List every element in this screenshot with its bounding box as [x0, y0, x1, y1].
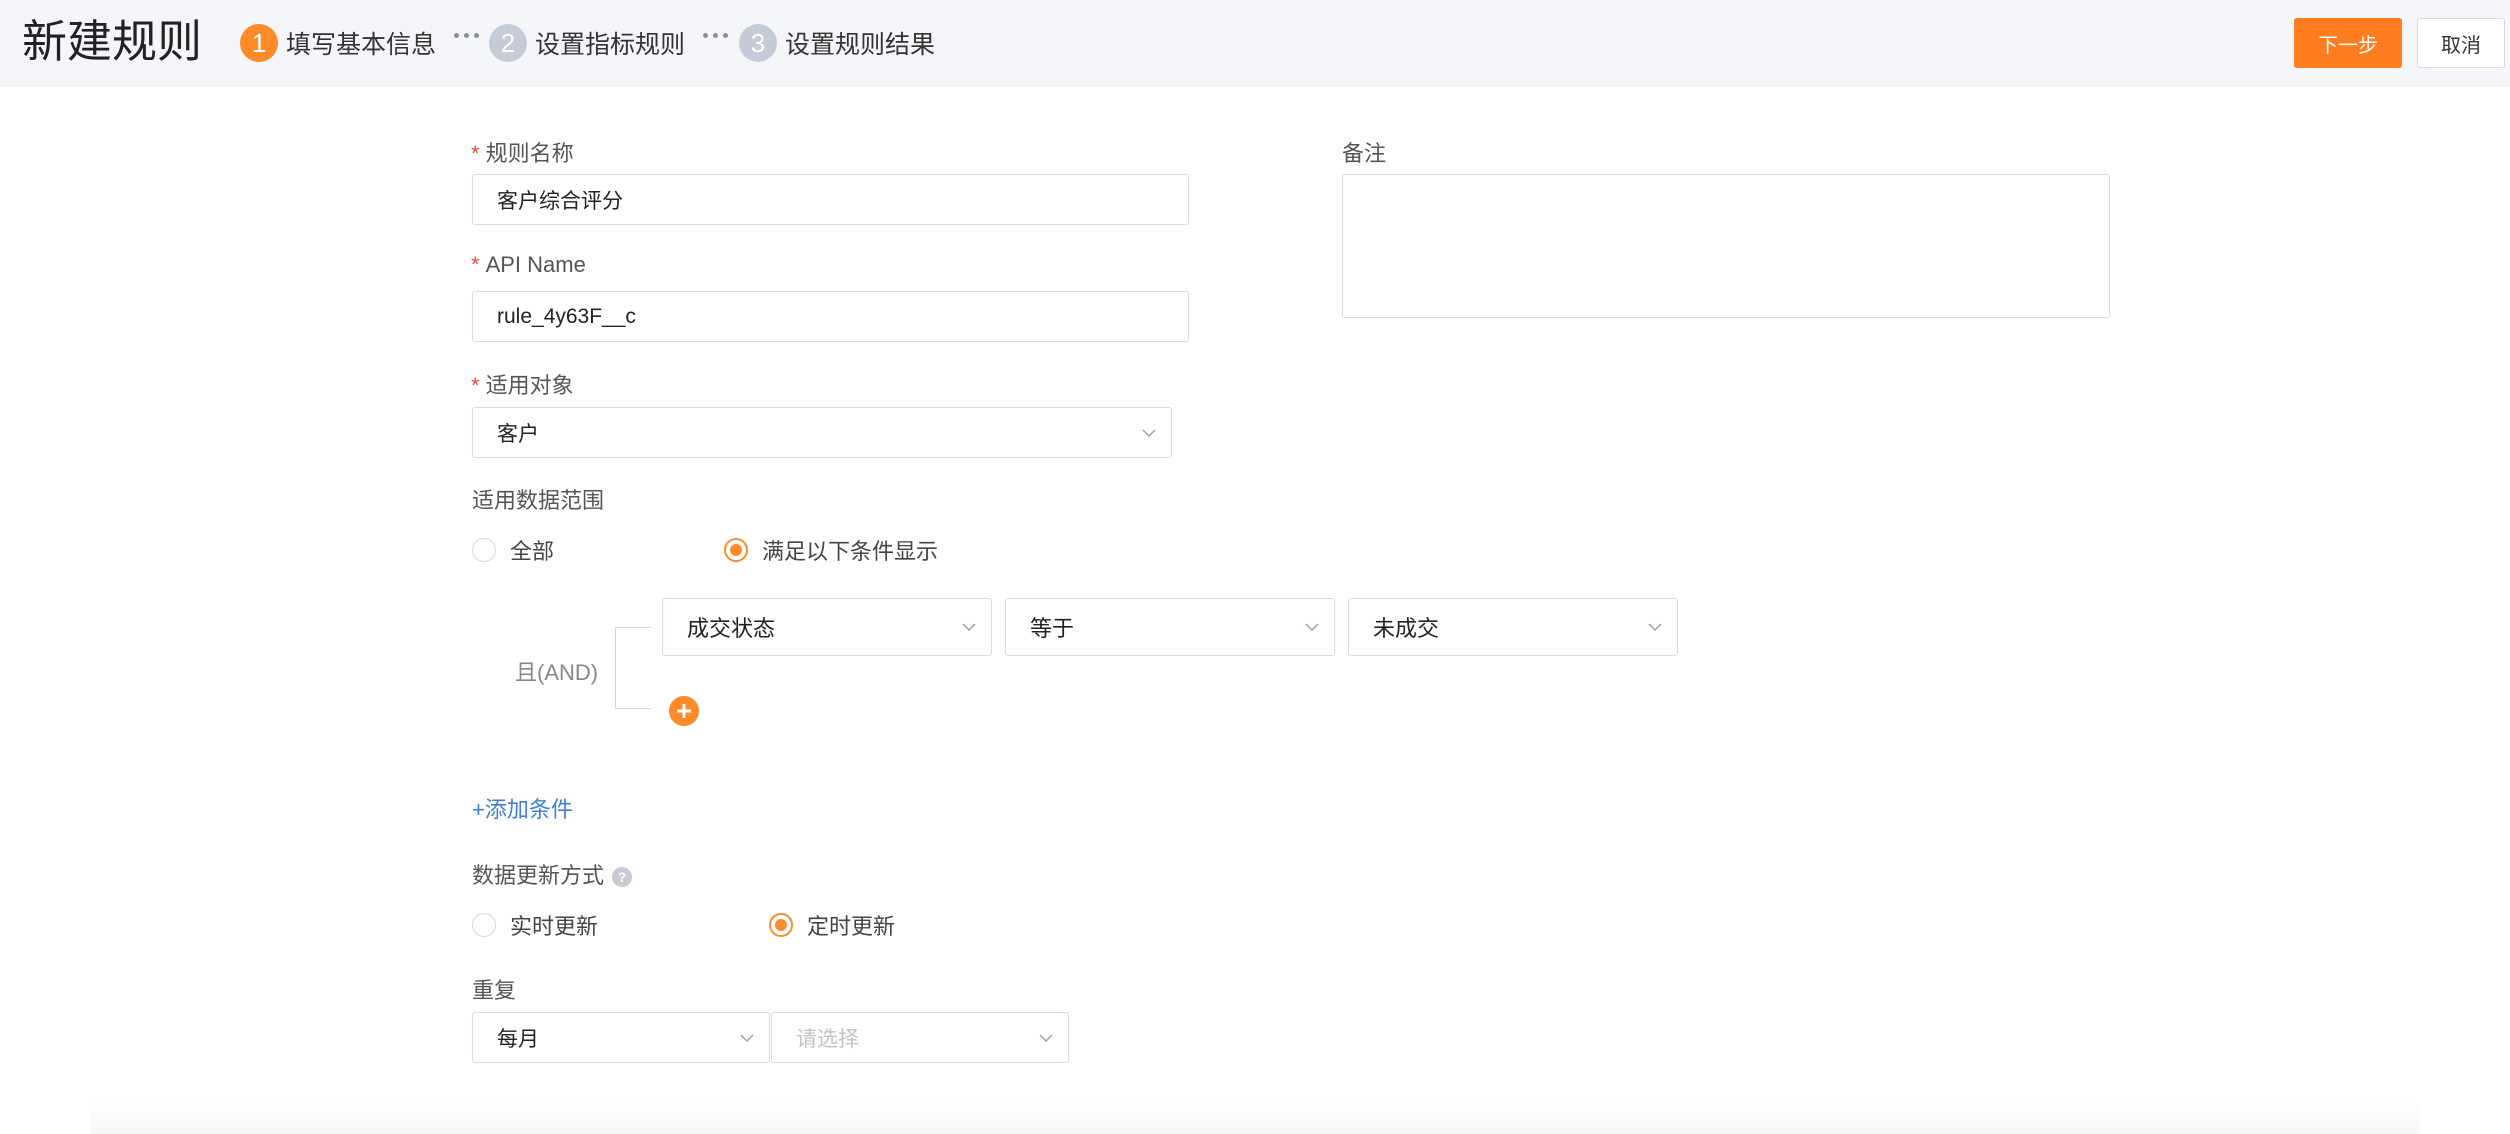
logic-and-label: 且(AND) [515, 660, 599, 685]
scheduled-update-radio[interactable]: 定时更新 [769, 909, 895, 941]
next-step-button[interactable]: 下一步 [2294, 18, 2402, 68]
target-object-label: * 适用对象 [471, 373, 574, 398]
chevron-down-icon [1142, 428, 1156, 437]
scope-conditional-radio[interactable]: 满足以下条件显示 [724, 534, 938, 566]
help-icon[interactable]: ? [612, 867, 633, 887]
chevron-down-icon [740, 1033, 754, 1042]
condition-value-value: 未成交 [1373, 616, 1440, 641]
repeat-frequency-select[interactable]: 每月 [472, 1012, 770, 1063]
add-sub-condition-button[interactable] [669, 696, 699, 726]
condition-field-value: 成交状态 [687, 616, 776, 641]
add-condition-link[interactable]: +添加条件 [472, 792, 573, 824]
data-scope-label: 适用数据范围 [472, 488, 605, 513]
step-3[interactable]: 3 设置规则结果 [739, 23, 935, 63]
step-separator-icon [454, 33, 479, 38]
condition-operator-value: 等于 [1030, 616, 1075, 641]
repeat-frequency-value: 每月 [497, 1027, 539, 1051]
api-name-label: * API Name [471, 252, 586, 277]
radio-label: 满足以下条件显示 [762, 539, 939, 564]
condition-field-select[interactable]: 成交状态 [662, 598, 992, 656]
page-title: 新建规则 [22, 15, 203, 68]
step-2[interactable]: 2 设置指标规则 [489, 23, 685, 63]
update-mode-label: 数据更新方式? [472, 858, 633, 890]
target-object-select[interactable]: 客户 [472, 407, 1172, 458]
step-number: 3 [739, 24, 777, 62]
radio-checked-icon [724, 538, 748, 562]
chevron-down-icon [962, 623, 976, 632]
radio-icon [472, 913, 496, 937]
radio-label: 全部 [510, 539, 555, 564]
scope-all-radio[interactable]: 全部 [472, 534, 554, 566]
remark-label: 备注 [1342, 141, 1387, 166]
step-1[interactable]: 1 填写基本信息 [240, 23, 436, 63]
plus-icon [677, 704, 691, 718]
repeat-label: 重复 [472, 978, 517, 1003]
logic-bracket [615, 627, 651, 709]
step-label: 设置指标规则 [535, 31, 686, 59]
radio-checked-icon [769, 913, 793, 937]
api-name-input[interactable]: rule_4y63F__c [472, 291, 1189, 342]
rule-name-label: * 规则名称 [471, 141, 574, 166]
target-object-value: 客户 [497, 422, 539, 446]
realtime-update-radio[interactable]: 实时更新 [472, 909, 598, 941]
step-label: 设置规则结果 [785, 31, 936, 59]
step-number: 1 [240, 24, 278, 62]
footer-shadow [90, 1100, 2420, 1134]
chevron-down-icon [1648, 623, 1662, 632]
repeat-detail-placeholder: 请选择 [796, 1027, 859, 1051]
rule-name-input[interactable]: 客户综合评分 [472, 174, 1189, 225]
step-separator-icon [703, 33, 728, 38]
top-bar: 新建规则 1 填写基本信息 2 设置指标规则 3 设置规则结果 下一步 取消 [0, 0, 2510, 87]
cancel-button[interactable]: 取消 [2417, 18, 2505, 68]
radio-icon [472, 538, 496, 562]
chevron-down-icon [1305, 623, 1319, 632]
radio-label: 定时更新 [807, 914, 896, 939]
radio-label: 实时更新 [510, 914, 599, 939]
condition-value-select[interactable]: 未成交 [1348, 598, 1678, 656]
chevron-down-icon [1039, 1033, 1053, 1042]
step-label: 填写基本信息 [286, 31, 437, 59]
remark-textarea[interactable] [1342, 174, 2110, 318]
condition-operator-select[interactable]: 等于 [1005, 598, 1335, 656]
step-number: 2 [489, 24, 527, 62]
repeat-detail-select[interactable]: 请选择 [771, 1012, 1069, 1063]
